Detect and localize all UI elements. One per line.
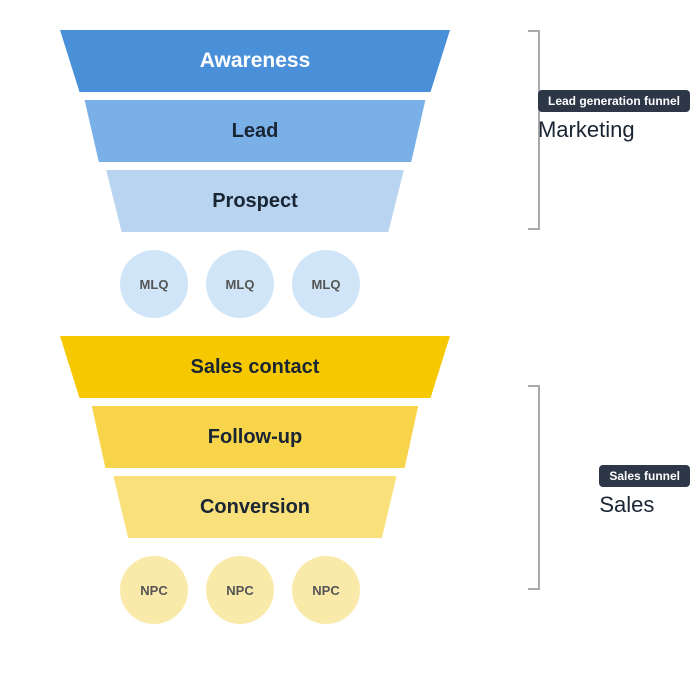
prospect-layer: Prospect: [100, 170, 410, 232]
conversion-row: Conversion: [40, 476, 660, 538]
marketing-label: Marketing: [538, 117, 690, 143]
npc-circle-2: NPC: [206, 556, 274, 624]
salescontact-row: Sales contact: [40, 336, 660, 398]
sales-bracket: [528, 385, 540, 590]
npc-circle-1: NPC: [120, 556, 188, 624]
npc-row: NPC NPC NPC: [40, 546, 660, 634]
marketing-badge: Lead generation funnel: [538, 90, 690, 112]
followup-row: Follow-up: [40, 406, 660, 468]
awareness-layer: Awareness: [60, 30, 450, 92]
npc-circle-3: NPC: [292, 556, 360, 624]
marketing-annotation: Lead generation funnel Marketing: [538, 90, 690, 143]
salescontact-wrapper: Sales contact: [40, 336, 470, 398]
awareness-wrapper: Awareness: [40, 30, 470, 92]
mlq-row: MLQ MLQ MLQ: [40, 240, 660, 328]
mlq-circle-1: MLQ: [120, 250, 188, 318]
funnel-container: Awareness Lead Prospect MLQ MLQ: [0, 0, 700, 672]
awareness-row: Awareness: [40, 30, 660, 92]
mlq-circle-3: MLQ: [292, 250, 360, 318]
sales-label: Sales: [599, 492, 690, 518]
mlq-circles: MLQ MLQ MLQ: [40, 250, 470, 318]
salescontact-layer: Sales contact: [60, 336, 450, 398]
awareness-label: Awareness: [200, 49, 311, 73]
prospect-label: Prospect: [212, 190, 298, 213]
sales-annotation: Sales funnel Sales: [599, 465, 690, 518]
npc-circles: NPC NPC NPC: [40, 556, 470, 624]
followup-layer: Follow-up: [85, 406, 425, 468]
salescontact-label: Sales contact: [191, 356, 320, 379]
sales-badge: Sales funnel: [599, 465, 690, 487]
mlq-circle-2: MLQ: [206, 250, 274, 318]
prospect-wrapper: Prospect: [40, 170, 470, 232]
conversion-wrapper: Conversion: [40, 476, 470, 538]
conversion-label: Conversion: [200, 496, 310, 519]
prospect-row: Prospect: [40, 170, 660, 232]
conversion-layer: Conversion: [108, 476, 403, 538]
lead-wrapper: Lead: [40, 100, 470, 162]
lead-label: Lead: [232, 120, 279, 143]
followup-wrapper: Follow-up: [40, 406, 470, 468]
lead-layer: Lead: [78, 100, 433, 162]
followup-label: Follow-up: [208, 426, 302, 449]
